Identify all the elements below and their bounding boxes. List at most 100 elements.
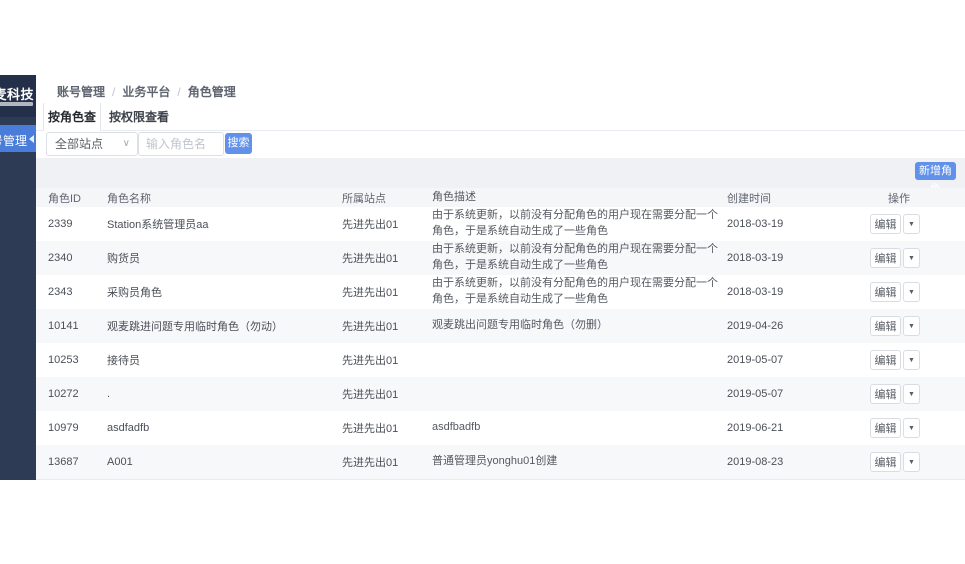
chevron-down-icon: ▼ — [908, 255, 915, 262]
cell-description: asdfbadfb — [432, 420, 727, 436]
col-created: 创建时间 — [727, 190, 771, 206]
edit-dropdown-button[interactable]: ▼ — [903, 384, 920, 404]
filter-bar: 全部站点 ∨ 搜索 — [36, 131, 965, 158]
tab-view-by-role[interactable]: 按角色查看 — [43, 103, 101, 131]
edit-button[interactable]: 编辑 — [870, 316, 901, 336]
arrow-left-icon — [29, 135, 34, 143]
table-row: 10979 asdfadfb 先进先出01 asdfbadfb 2019-06-… — [36, 411, 965, 445]
col-role-name: 角色名称 — [107, 190, 151, 206]
table-row: 10253 接待员 先进先出01 2019-05-07 编辑▼ — [36, 343, 965, 377]
edit-button[interactable]: 编辑 — [870, 452, 901, 472]
cell-role-id: 2339 — [48, 218, 72, 230]
chevron-down-icon: ▼ — [908, 323, 915, 330]
edit-dropdown-button[interactable]: ▼ — [903, 214, 920, 234]
cell-role-name: asdfadfb — [107, 422, 149, 434]
role-name-input[interactable] — [138, 132, 224, 156]
cell-created: 2019-04-26 — [727, 320, 783, 332]
breadcrumb-bar: 账号管理/业务平台/角色管理 — [36, 75, 965, 103]
edit-button[interactable]: 编辑 — [870, 248, 901, 268]
sidebar: 观麦科技 账号管理 — [0, 75, 36, 480]
tab-bar: 按角色查看 按权限查看 — [36, 103, 965, 131]
site-select[interactable]: 全部站点 ∨ — [46, 132, 138, 156]
cell-role-name: 接待员 — [107, 352, 140, 368]
breadcrumb-separator: / — [112, 85, 115, 99]
breadcrumb-item-account[interactable]: 账号管理 — [57, 85, 105, 99]
tab-view-by-permission[interactable]: 按权限查看 — [102, 103, 176, 131]
cell-created: 2018-03-19 — [727, 218, 783, 230]
edit-dropdown-button[interactable]: ▼ — [903, 350, 920, 370]
edit-button[interactable]: 编辑 — [870, 384, 901, 404]
logo-text: 观麦科技 — [0, 84, 34, 103]
cell-role-name: 采购员角色 — [107, 284, 162, 300]
chevron-down-icon: ▼ — [908, 289, 915, 296]
edit-dropdown-button[interactable]: ▼ — [903, 282, 920, 302]
cell-role-name: A001 — [107, 456, 133, 468]
cell-actions: 编辑 ▼ — [870, 248, 958, 268]
table-row: 13687 A001 先进先出01 普通管理员yonghu01创建 2019-0… — [36, 445, 965, 479]
cell-role-name: 观麦跳进问题专用临时角色（勿动） — [107, 318, 283, 334]
cell-site: 先进先出01 — [342, 454, 398, 470]
col-role-id: 角色ID — [48, 190, 81, 206]
cell-site: 先进先出01 — [342, 250, 398, 266]
col-actions: 操作 — [888, 190, 910, 206]
cell-actions: 编辑 ▼ — [870, 418, 958, 438]
table-header: 角色ID 角色名称 所属站点 角色描述 创建时间 操作 — [36, 188, 965, 207]
cell-site: 先进先出01 — [342, 216, 398, 232]
breadcrumb-item-platform[interactable]: 业务平台 — [122, 85, 170, 99]
chevron-down-icon: ▼ — [908, 459, 915, 466]
table-row: 10272 . 先进先出01 2019-05-07 编辑 ▼ — [36, 377, 965, 411]
toolbar-band: 新增角色 — [36, 158, 965, 188]
edit-button[interactable]: 编辑 — [870, 214, 901, 234]
cell-created: 2019-08-23 — [727, 456, 783, 468]
cell-site: 先进先出01 — [342, 386, 398, 402]
edit-button[interactable]: 编辑 — [870, 418, 901, 438]
edit-dropdown-button[interactable]: ▼ — [903, 316, 920, 336]
table-row: 2343 采购员角色 先进先出01 由于系统更新，以前没有分配角色的用户现在需要… — [36, 275, 965, 309]
cell-actions: 编辑 ▼ — [870, 282, 958, 302]
search-button[interactable]: 搜索 — [225, 133, 252, 154]
cell-actions: 编辑 ▼ — [870, 350, 958, 370]
cell-created: 2018-03-19 — [727, 286, 783, 298]
cell-actions: 编辑 ▼ — [870, 452, 958, 472]
breadcrumb: 账号管理/业务平台/角色管理 — [57, 83, 236, 100]
chevron-down-icon: ▼ — [908, 391, 915, 398]
chevron-down-icon: ▼ — [908, 357, 915, 364]
cell-created: 2019-05-07 — [727, 388, 783, 400]
cell-site: 先进先出01 — [342, 420, 398, 436]
table-row: 10141 观麦跳进问题专用临时角色（勿动） 先进先出01 观麦跳出问题专用临时… — [36, 309, 965, 343]
edit-button[interactable]: 编辑 — [870, 350, 901, 370]
cell-role-id: 10979 — [48, 422, 79, 434]
breadcrumb-item-role: 角色管理 — [188, 85, 236, 99]
cell-role-id: 10253 — [48, 354, 79, 366]
edit-dropdown-button[interactable]: ▼ — [903, 452, 920, 472]
roles-table: 角色ID 角色名称 所属站点 角色描述 创建时间 操作 2339 Station… — [36, 188, 965, 480]
cell-actions: 编辑 ▼ — [870, 214, 958, 234]
table-row: 2339 Station系统管理员aa 先进先出01 由于系统更新，以前没有分配… — [36, 207, 965, 241]
cell-created: 2019-05-07 — [727, 354, 783, 366]
cell-description: 由于系统更新，以前没有分配角色的用户现在需要分配一个角色，于是系统自动生成了一些… — [432, 276, 727, 308]
chevron-down-icon: ▼ — [908, 425, 915, 432]
add-role-button[interactable]: 新增角色 — [915, 162, 956, 180]
logo-subtitle — [0, 102, 33, 106]
chevron-down-icon: ▼ — [908, 221, 915, 228]
edit-button[interactable]: 编辑 — [870, 282, 901, 302]
table-row: 2340 购货员 先进先出01 由于系统更新，以前没有分配角色的用户现在需要分配… — [36, 241, 965, 275]
cell-role-name: Station系统管理员aa — [107, 216, 208, 232]
cell-description: 由于系统更新，以前没有分配角色的用户现在需要分配一个角色，于是系统自动生成了一些… — [432, 208, 727, 240]
cell-role-id: 10272 — [48, 388, 79, 400]
sidebar-item-account-management[interactable]: 账号管理 — [0, 125, 36, 152]
cell-role-id: 10141 — [48, 320, 79, 332]
cell-role-id: 2343 — [48, 286, 72, 298]
cell-description: 普通管理员yonghu01创建 — [432, 454, 727, 470]
edit-dropdown-button[interactable]: ▼ — [903, 418, 920, 438]
cell-role-id: 2340 — [48, 252, 72, 264]
cell-description: 观麦跳出问题专用临时角色（勿删） — [432, 318, 727, 334]
edit-dropdown-button[interactable]: ▼ — [903, 248, 920, 268]
cell-role-id: 13687 — [48, 456, 79, 468]
logo: 观麦科技 — [0, 75, 36, 117]
cell-created: 2018-03-19 — [727, 252, 783, 264]
cell-actions: 编辑 ▼ — [870, 384, 958, 404]
site-select-value: 全部站点 — [55, 137, 103, 151]
cell-created: 2019-06-21 — [727, 422, 783, 434]
cell-role-name: . — [107, 388, 110, 400]
